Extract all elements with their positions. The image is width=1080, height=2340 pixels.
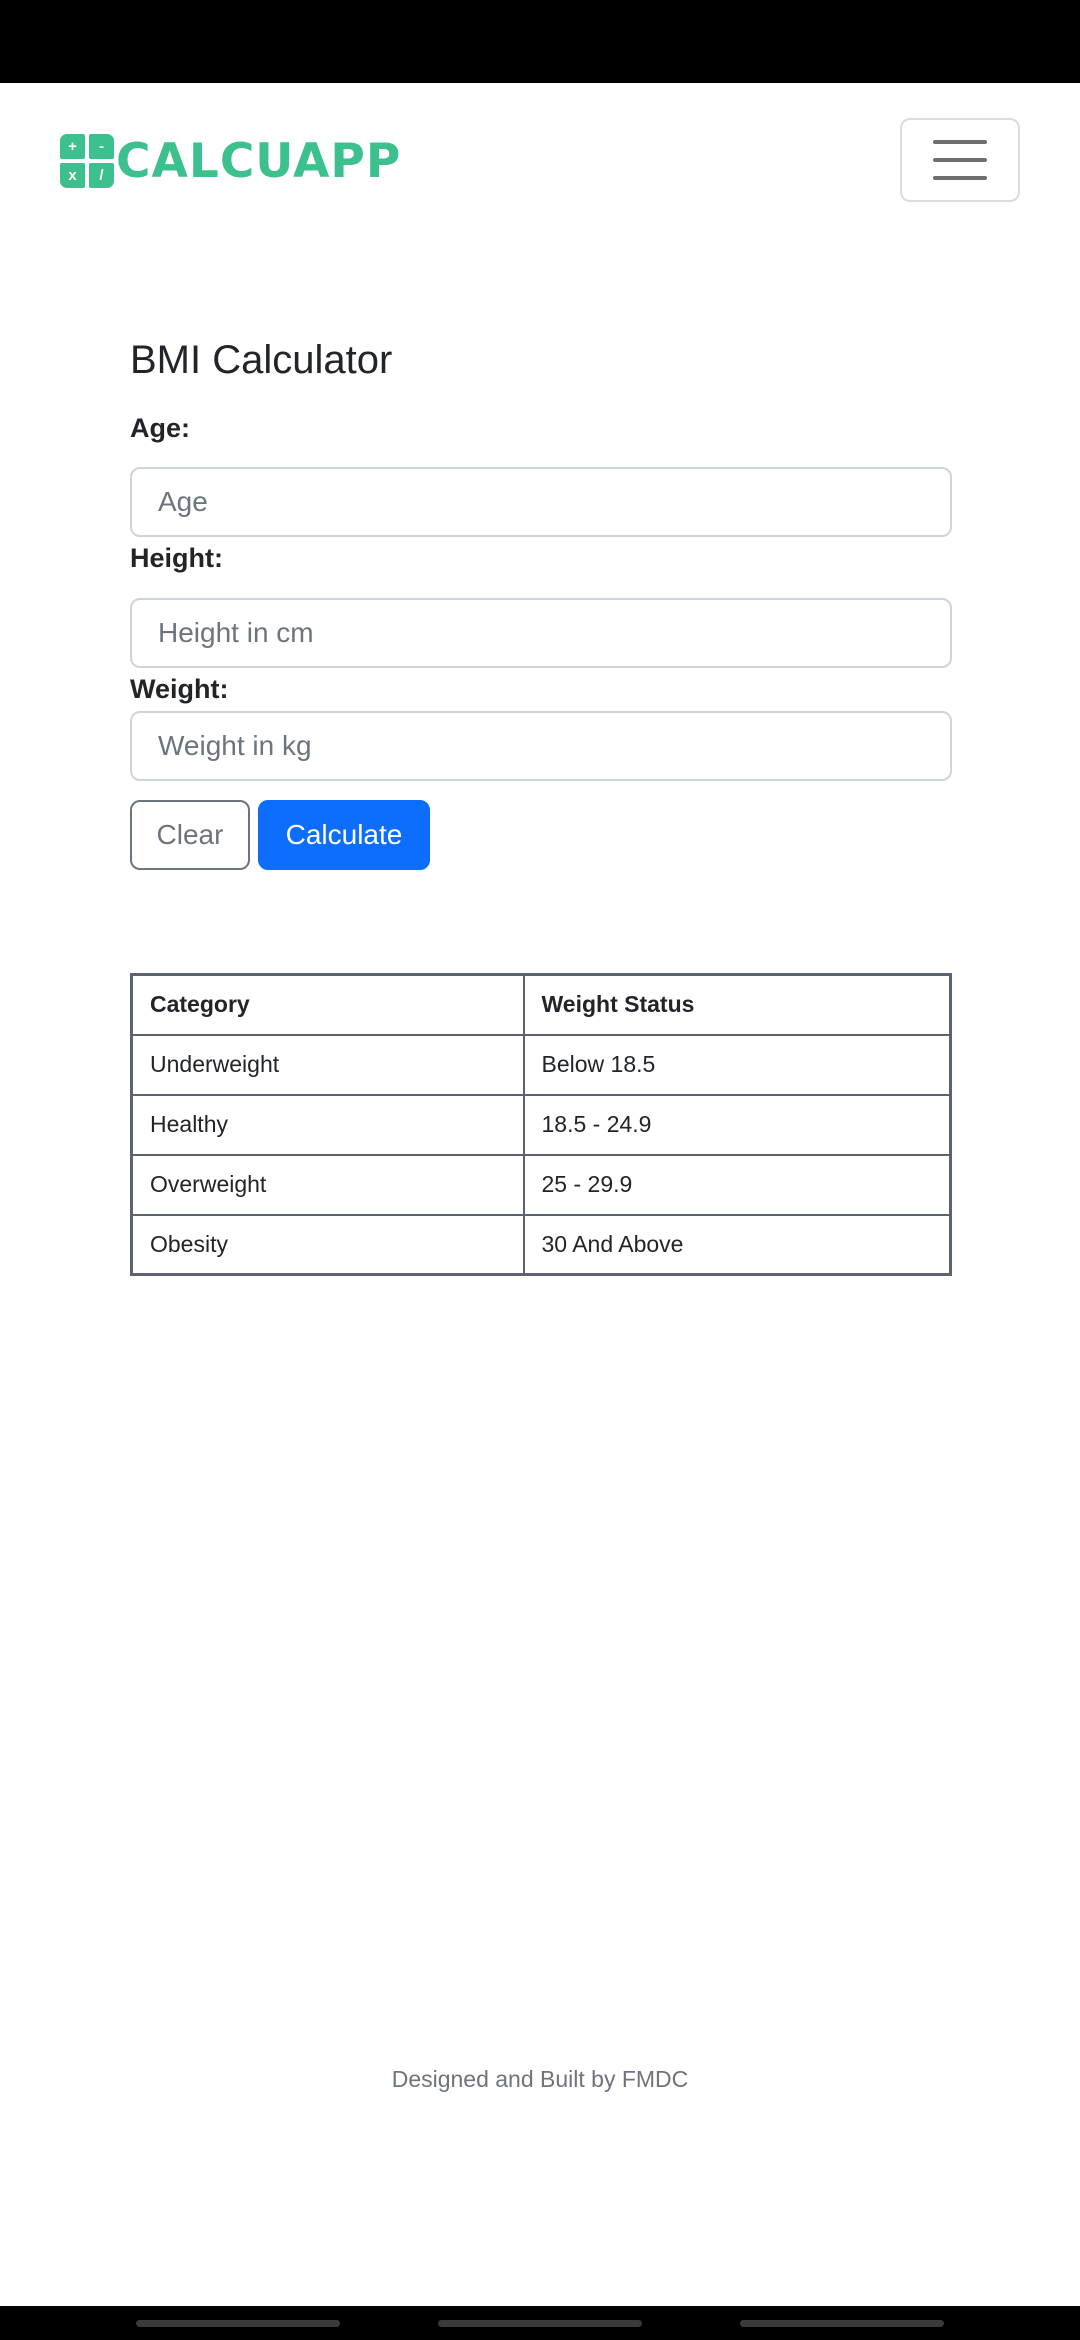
weight-status-cell: 25 - 29.9	[522, 1153, 952, 1216]
column-header-category: Category	[130, 973, 525, 1036]
system-navigation-bar	[0, 2306, 1080, 2340]
height-input[interactable]	[130, 598, 952, 668]
category-cell: Healthy	[130, 1093, 525, 1156]
bmi-form: BMI Calculator Age: Height: Weight: Clea…	[130, 330, 952, 870]
weight-label: Weight:	[130, 674, 229, 704]
weight-status-cell: 18.5 - 24.9	[522, 1093, 952, 1156]
category-cell: Underweight	[130, 1033, 525, 1096]
footer-credit: Designed and Built by FMDC	[391, 2066, 689, 2092]
age-input[interactable]	[130, 467, 952, 537]
category-cell: Overweight	[130, 1153, 525, 1216]
table-row: Overweight 25 - 29.9	[130, 1153, 952, 1216]
hamburger-menu-icon	[933, 140, 987, 180]
table-row: Obesity 30 And Above	[130, 1213, 952, 1276]
calculate-button[interactable]: Calculate	[258, 800, 430, 870]
brand-link[interactable]: + - x / CALCUAPP	[60, 133, 402, 189]
height-label: Height:	[130, 543, 223, 573]
logo-plus-symbol: +	[60, 134, 85, 159]
calculator-logo-icon: + - x /	[60, 134, 114, 188]
logo-times-symbol: x	[60, 163, 85, 188]
nav-handle-right[interactable]	[740, 2320, 944, 2327]
weight-status-cell: Below 18.5	[522, 1033, 952, 1096]
navbar: + - x / CALCUAPP	[0, 83, 1080, 237]
age-label: Age:	[130, 413, 190, 443]
weight-input[interactable]	[130, 711, 952, 781]
menu-toggle-button[interactable]	[900, 118, 1020, 202]
bmi-category-table: Category Weight Status Underweight Below…	[130, 973, 952, 1276]
page-title: BMI Calculator	[130, 338, 393, 382]
category-cell: Obesity	[130, 1213, 525, 1276]
clear-button[interactable]: Clear	[130, 800, 250, 870]
weight-status-cell: 30 And Above	[522, 1213, 952, 1276]
table-row: Underweight Below 18.5	[130, 1033, 952, 1096]
table-header-row: Category Weight Status	[130, 973, 952, 1036]
status-bar	[0, 0, 1080, 83]
logo-divide-symbol: /	[89, 163, 114, 188]
logo-minus-symbol: -	[89, 134, 114, 159]
table-row: Healthy 18.5 - 24.9	[130, 1093, 952, 1156]
nav-handle-center[interactable]	[438, 2320, 642, 2327]
column-header-weight-status: Weight Status	[522, 973, 952, 1036]
brand-name: CALCUAPP	[116, 133, 402, 189]
nav-handle-left[interactable]	[136, 2320, 340, 2327]
